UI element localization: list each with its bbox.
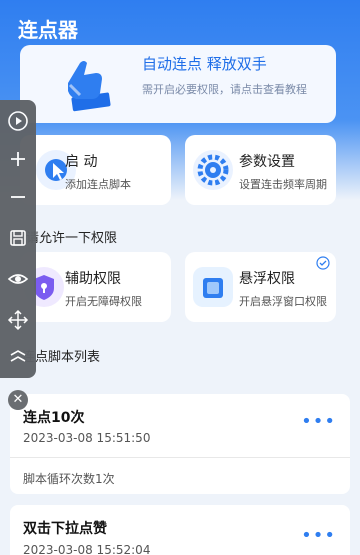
script-time: 2023-03-08 15:51:50 xyxy=(23,431,151,445)
hand-phone-icon xyxy=(68,61,111,112)
settings-subtitle: 设置连击频率周期 xyxy=(239,178,327,191)
eye-icon[interactable] xyxy=(0,262,36,296)
script-time: 2023-03-08 15:52:04 xyxy=(23,543,151,555)
more-options-icon[interactable]: ••• xyxy=(301,525,336,546)
app-title: 连点器 xyxy=(18,18,78,42)
settings-title: 参数设置 xyxy=(239,154,295,170)
gear-icon xyxy=(193,150,233,190)
script-title: 双击下拉点赞 xyxy=(23,521,107,537)
banner-title: 自动连点 释放双手 xyxy=(142,55,267,73)
close-toolbar-button[interactable]: ✕ xyxy=(8,390,28,410)
permissions-section-title: 请允许一下权限 xyxy=(26,231,118,246)
divider xyxy=(10,457,350,458)
banner-subtitle[interactable]: 需开启必要权限，请点击查看教程 xyxy=(142,81,307,97)
floating-toolbar xyxy=(0,100,36,378)
overlay-title: 悬浮权限 xyxy=(239,271,295,287)
start-subtitle: 添加连点脚本 xyxy=(65,178,131,191)
accessibility-subtitle: 开启无障碍权限 xyxy=(65,295,142,308)
collapse-icon[interactable] xyxy=(0,340,36,374)
check-circle-icon xyxy=(316,256,330,270)
script-card[interactable]: 双击下拉点赞 2023-03-08 15:52:04 ••• xyxy=(10,505,350,555)
tutorial-banner[interactable]: 自动连点 释放双手 需开启必要权限，请点击查看教程 xyxy=(20,45,336,123)
minus-icon[interactable] xyxy=(0,180,36,214)
plus-icon[interactable] xyxy=(0,142,36,176)
start-card[interactable]: 启 动 添加连点脚本 xyxy=(20,135,171,205)
move-icon[interactable] xyxy=(0,303,36,337)
floating-window-icon xyxy=(193,267,233,307)
overlay-subtitle: 开启悬浮窗口权限 xyxy=(239,295,327,308)
more-options-icon[interactable]: ••• xyxy=(301,411,336,432)
script-loop-count: 脚本循环次数1次 xyxy=(23,472,115,486)
script-title: 连点10次 xyxy=(23,410,85,426)
script-card[interactable]: 连点10次 2023-03-08 15:51:50 ••• 脚本循环次数1次 xyxy=(10,394,350,494)
save-icon[interactable] xyxy=(0,221,36,255)
settings-card[interactable]: 参数设置 设置连击频率周期 xyxy=(185,135,336,205)
accessibility-title: 辅助权限 xyxy=(65,271,121,287)
start-title: 启 动 xyxy=(65,154,98,170)
play-icon[interactable] xyxy=(0,104,36,138)
overlay-permission-card[interactable]: 悬浮权限 开启悬浮窗口权限 xyxy=(185,252,336,322)
accessibility-permission-card[interactable]: 辅助权限 开启无障碍权限 xyxy=(20,252,171,322)
